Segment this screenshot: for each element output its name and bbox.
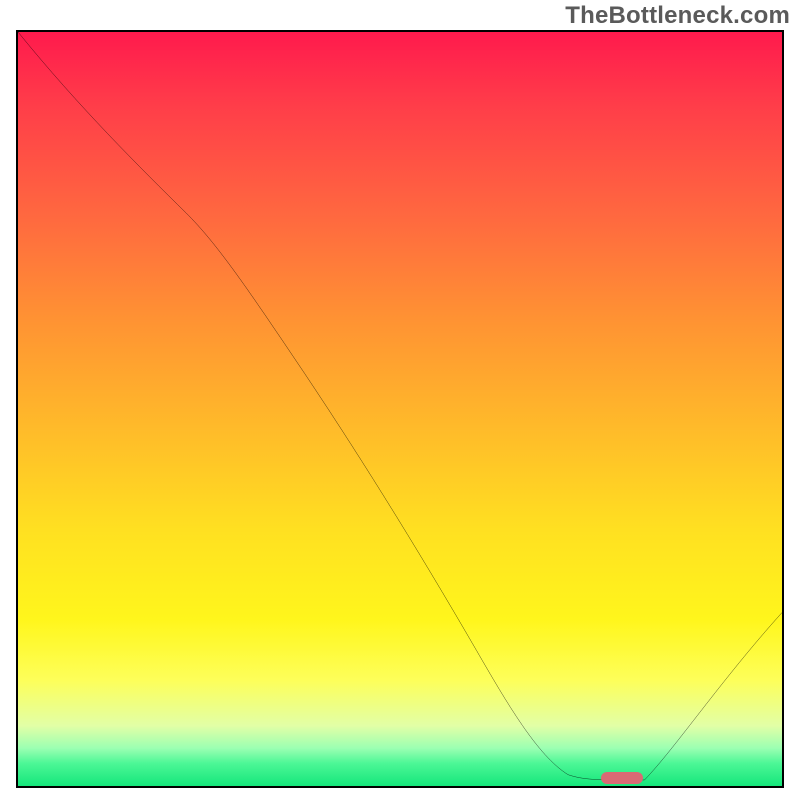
curve-path	[18, 32, 782, 780]
line-plot	[18, 32, 782, 786]
plot-frame	[16, 30, 784, 788]
chart-canvas: TheBottleneck.com	[0, 0, 800, 800]
watermark-text: TheBottleneck.com	[565, 2, 790, 30]
marker-pill	[601, 772, 643, 784]
